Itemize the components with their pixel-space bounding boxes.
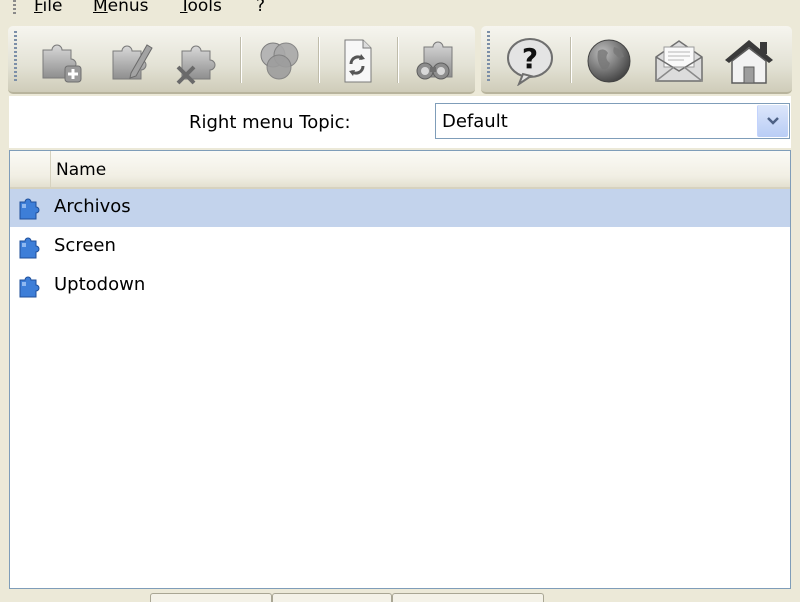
refresh-document-icon — [344, 39, 372, 83]
bottom-tab[interactable] — [392, 593, 544, 602]
menu-bar: File Menus Tools ? — [0, 0, 800, 17]
globe-icon — [587, 39, 631, 83]
refresh-button[interactable] — [328, 35, 386, 87]
list-item[interactable]: Screen — [10, 228, 790, 266]
toolbar-separator — [318, 37, 319, 83]
menu-grip[interactable] — [13, 0, 16, 15]
list-item-label: Uptodown — [54, 274, 146, 295]
edit-plugin-button[interactable] — [101, 35, 159, 87]
toolbar-separator — [570, 37, 571, 83]
home-button[interactable] — [720, 35, 778, 87]
add-plugin-button[interactable] — [31, 34, 89, 86]
groups-button[interactable] — [250, 35, 308, 87]
help-question-icon: ? — [507, 38, 553, 86]
puzzle-delete-icon — [176, 45, 216, 85]
puzzle-piece-icon — [17, 274, 43, 304]
puzzle-piece-icon — [17, 196, 43, 226]
help-button[interactable]: ? — [501, 35, 559, 87]
list-header-icon-column[interactable] — [10, 151, 51, 187]
toolbar-separator — [397, 37, 398, 83]
puzzle-add-icon — [42, 44, 82, 83]
circles-icon — [260, 42, 299, 80]
toolbar-separator — [240, 37, 241, 83]
find-plugin-button[interactable] — [406, 35, 464, 87]
menu-help[interactable]: ? — [256, 0, 265, 16]
topic-select[interactable]: Default — [435, 103, 790, 139]
toolbar-grip-right[interactable] — [487, 31, 490, 83]
plugin-list[interactable]: Name Archivos Screen Uptodown — [9, 150, 791, 589]
menu-tools[interactable]: Tools — [180, 0, 222, 16]
list-header-name[interactable]: Name — [56, 160, 106, 180]
puzzle-binoculars-icon — [416, 41, 453, 80]
home-icon — [725, 40, 773, 84]
bottom-tab-strip — [0, 590, 800, 602]
list-item-label: Screen — [54, 235, 116, 256]
bottom-tab[interactable] — [272, 593, 392, 602]
chevron-down-icon — [767, 117, 779, 125]
dropdown-button[interactable] — [757, 105, 788, 137]
topic-label: Right menu Topic: — [189, 112, 351, 133]
menu-file[interactable]: File — [34, 0, 62, 16]
list-item[interactable]: Uptodown — [10, 267, 790, 305]
menu-menus[interactable]: Menus — [93, 0, 149, 16]
list-item-label: Archivos — [54, 196, 131, 217]
topic-row: Right menu Topic: Default — [9, 96, 791, 148]
mail-envelope-icon — [655, 40, 703, 82]
puzzle-edit-icon — [112, 44, 153, 80]
list-header: Name — [10, 151, 790, 189]
puzzle-piece-icon — [17, 235, 43, 265]
delete-plugin-button[interactable] — [170, 35, 228, 87]
toolbar-grip-left[interactable] — [14, 31, 17, 83]
toolbar: ? — [0, 17, 800, 95]
list-item[interactable]: Archivos — [10, 189, 790, 227]
bottom-tab[interactable] — [150, 593, 272, 602]
contact-button[interactable] — [650, 35, 708, 87]
website-button[interactable] — [580, 35, 638, 87]
topic-select-value: Default — [442, 111, 508, 132]
svg-text:?: ? — [522, 42, 538, 75]
